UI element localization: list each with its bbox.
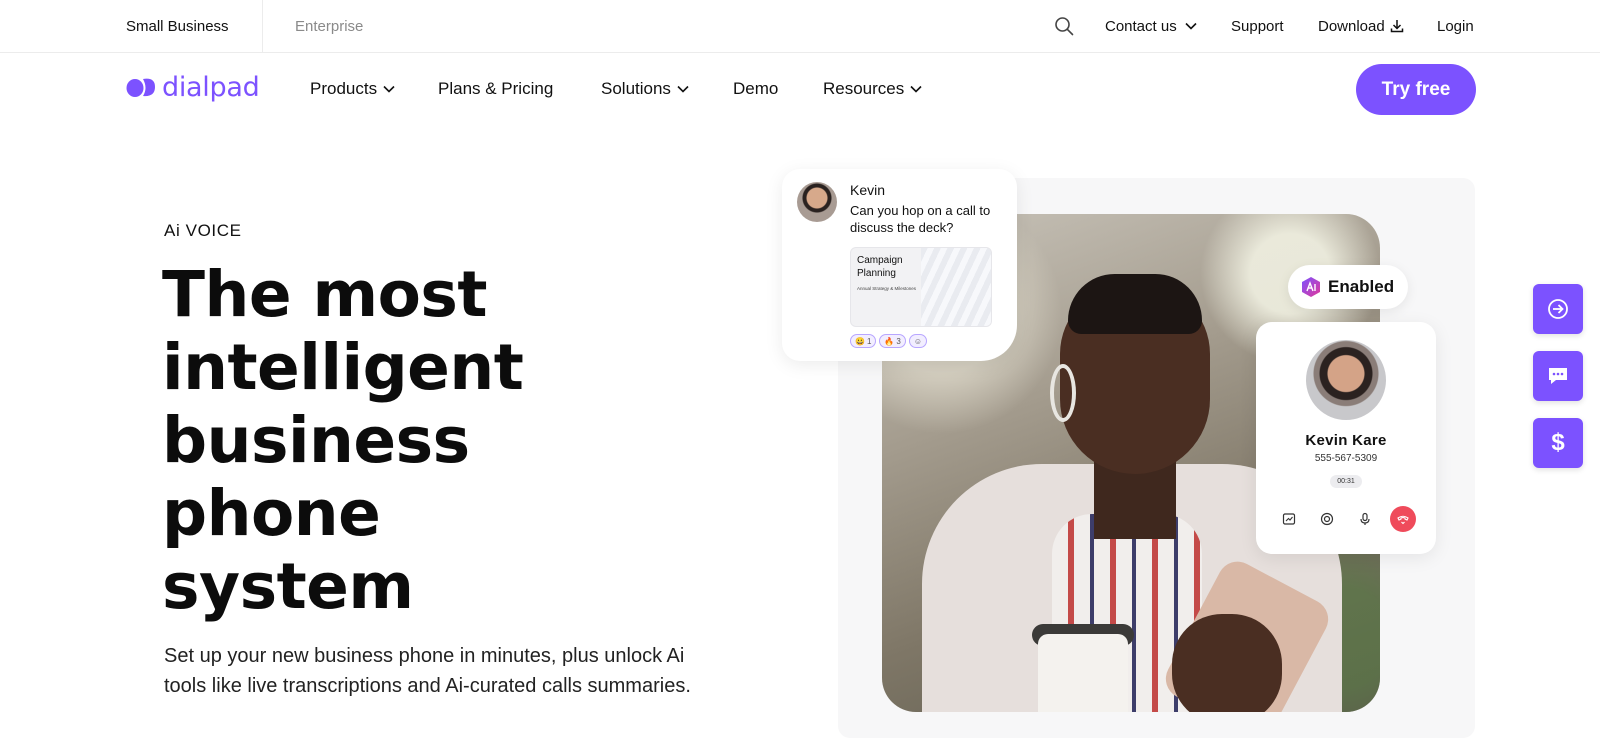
photo-earring: [1050, 364, 1076, 422]
reaction-list: 😀 1 🔥 3 ☺: [850, 334, 928, 348]
search-icon: [1055, 17, 1074, 36]
document-title: Campaign Planning: [857, 255, 903, 279]
reaction-emoji: 🔥: [884, 336, 895, 346]
record-icon: [1320, 512, 1334, 526]
mute-button[interactable]: [1352, 506, 1378, 532]
support-link[interactable]: Support: [1231, 0, 1284, 52]
active-call-card: Kevin Kare 555-567-5309 00:31: [1256, 322, 1436, 554]
download-link[interactable]: Download: [1318, 0, 1404, 52]
reaction-chip: 😀 1: [850, 334, 877, 348]
hero-eyebrow: Ai VOICE: [164, 221, 242, 240]
photo-coffee-cup: [1038, 634, 1128, 712]
hero-title: The most intelligent business phone syst…: [162, 258, 682, 623]
dialpad-logo-text: dialpad: [162, 71, 260, 103]
hero-title-line: system: [162, 550, 414, 623]
screen-share-button[interactable]: [1276, 506, 1302, 532]
reaction-emoji: ☺: [913, 336, 923, 346]
document-attachment: Campaign Planning Annual Strategy & Mile…: [850, 247, 992, 327]
dollar-icon: $: [1551, 429, 1565, 456]
contact-us-menu[interactable]: Contact us: [1105, 0, 1197, 52]
avatar: [1306, 340, 1386, 420]
hero-title-line: phone: [162, 477, 381, 550]
nav-solutions[interactable]: Solutions: [601, 53, 689, 125]
caller-number: 555-567-5309: [1314, 453, 1378, 464]
segment-divider: [262, 0, 263, 52]
chat-message-card: Kevin Can you hop on a call to discuss t…: [782, 169, 1017, 361]
chat-bubble-icon: [1549, 368, 1567, 384]
hero-title-line: business: [162, 404, 470, 477]
download-label: Download: [1318, 17, 1385, 35]
nav-solutions-label: Solutions: [601, 79, 671, 98]
ai-hexagon-icon: [1302, 277, 1320, 297]
dialpad-logo[interactable]: dialpad: [126, 67, 260, 107]
reaction-count: 1: [866, 336, 872, 346]
chevron-down-icon: [1185, 22, 1197, 30]
try-free-button[interactable]: Try free: [1356, 64, 1476, 115]
download-icon: [1390, 20, 1403, 33]
ai-enabled-badge: Enabled: [1288, 265, 1408, 309]
avatar: [797, 182, 837, 222]
sign-in-fab[interactable]: [1533, 284, 1583, 334]
nav-products-label: Products: [310, 79, 378, 98]
reaction-chip: ☺: [908, 334, 928, 348]
call-timer: 00:31: [1330, 475, 1362, 488]
record-button[interactable]: [1314, 506, 1340, 532]
reaction-emoji: 😀: [855, 336, 865, 346]
chat-fab[interactable]: [1533, 351, 1583, 401]
screen-share-icon: [1282, 513, 1296, 525]
end-call-button[interactable]: [1390, 506, 1416, 532]
document-preview-image: [921, 248, 991, 326]
chat-sender-name: Kevin: [850, 182, 886, 198]
utility-bar: Small Business Enterprise Contact us Sup…: [0, 0, 1600, 53]
caller-name: Kevin Kare: [1305, 432, 1387, 449]
call-controls: [1276, 506, 1416, 532]
reaction-count: 3: [896, 336, 901, 346]
segment-small-business[interactable]: Small Business: [126, 0, 229, 52]
hero-title-line: intelligent: [162, 331, 524, 404]
nav-resources-label: Resources: [823, 79, 905, 98]
nav-demo-label: Demo: [733, 79, 779, 98]
nav-plans-pricing-label: Plans & Pricing: [438, 79, 554, 98]
login-link[interactable]: Login: [1437, 0, 1474, 52]
ai-enabled-label: Enabled: [1328, 277, 1395, 296]
main-nav: dialpad Products Plans & Pricing Solutio…: [0, 53, 1600, 125]
contact-us-label: Contact us: [1105, 17, 1177, 35]
microphone-icon: [1360, 512, 1370, 525]
hero-subtitle: Set up your new business phone in minute…: [164, 645, 691, 697]
hang-up-icon: [1397, 515, 1409, 525]
hero-title-line: The most: [162, 258, 488, 331]
reaction-chip: 🔥 3: [879, 334, 906, 348]
pricing-fab[interactable]: $: [1533, 418, 1583, 468]
nav-plans-pricing[interactable]: Plans & Pricing: [438, 53, 553, 125]
nav-products[interactable]: Products: [310, 53, 395, 125]
nav-demo[interactable]: Demo: [733, 53, 778, 125]
photo-hair: [1068, 274, 1202, 334]
chevron-down-icon: [910, 85, 922, 93]
login-arrow-icon: [1548, 299, 1568, 319]
dialpad-logo-icon: [126, 78, 155, 97]
nav-resources[interactable]: Resources: [823, 53, 922, 125]
chevron-down-icon: [677, 85, 689, 93]
chat-message-text: Can you hop on a call to discuss the dec…: [850, 203, 991, 235]
photo-hand: [1172, 614, 1282, 712]
chevron-down-icon: [383, 85, 395, 93]
segment-enterprise[interactable]: Enterprise: [295, 0, 363, 52]
document-meta: Annual Strategy & Milestones: [857, 286, 917, 291]
search-button[interactable]: [1052, 0, 1076, 52]
